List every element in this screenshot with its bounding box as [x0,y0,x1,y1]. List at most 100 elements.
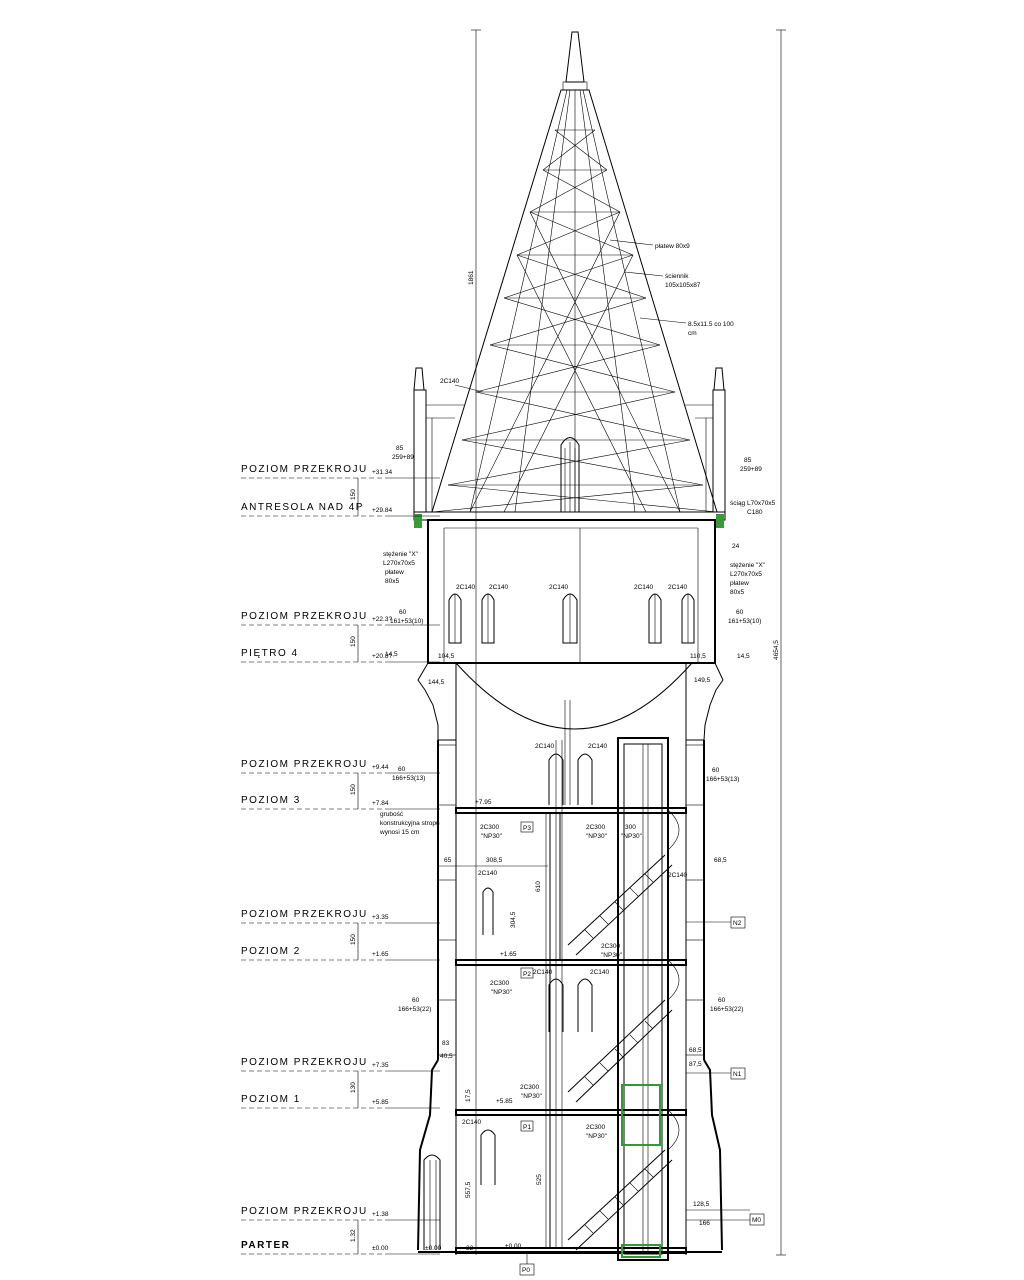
spire-height-dim: 1861 [468,270,475,285]
level-elevation: +5.85 [372,1099,389,1106]
dim-308-5: 308,5 [486,857,503,864]
marker-p0-label: P0 [522,1267,530,1274]
level-label: POZIOM 3 [241,795,301,806]
thickness-note-2: konstrukcyjna stropu [380,820,440,827]
level-label: POZIOM 2 [241,946,301,957]
level-label: ANTRESOLA NAD 4P [241,502,364,513]
dim-104-5: 104,5 [438,653,455,660]
ground-elev: ±0.00 [505,1243,522,1250]
total-height-dim: 4654,5 [773,640,780,660]
level-label: PIĘTRO 4 [241,648,299,659]
dim-68-5: 68,5 [714,857,727,864]
tower-shaft [417,662,724,1255]
dim-144-5: 144,5 [428,679,445,686]
floor1-elev: +5.85 [496,1098,513,1105]
level-label: POZIOM PRZEKROJU [241,909,368,920]
top-channel-4: 2C140 [634,584,654,591]
level-label: POZIOM PRZEKROJU [241,1206,368,1217]
c300f-1: 2C300 [520,1084,540,1091]
top-channel-5: 2C140 [668,584,688,591]
spire-note-3b: cm [688,330,697,337]
w2-right-formula: 166+53(22) [710,1006,743,1013]
w3-left-formula: 166+53(13) [392,775,425,782]
marker-n2-label: N2 [733,920,742,927]
level-elevation: +20.8? [372,653,392,660]
c300a-1: 2C300 [480,824,500,831]
level-elevation: +7.84 [372,800,389,807]
window-left-formula: 161+53(10) [390,618,423,625]
dim-149-5: 149,5 [694,677,711,684]
c300g-1: 2C300 [586,1124,606,1131]
brace-left-4: 80x5 [385,578,399,585]
brace-left-2: L270x70x5 [383,560,415,567]
dim-525: 525 [536,1174,543,1185]
span-dim: 150 [350,489,357,500]
dim-110-5: 110,5 [690,653,706,660]
window-left-60: 60 [399,609,407,616]
c140a: 2C140 [478,870,498,877]
brace-left-1: stężenie "X" [383,551,419,558]
marker-p1-label: P1 [523,1124,531,1131]
level-elevation: +31.34 [372,469,392,476]
c300c-2: "NP30" [621,833,643,840]
c300g-2: "NP30" [586,1133,608,1140]
c300d-2: "NP30" [491,989,513,996]
c140d: 2C140 [590,969,610,976]
marker-m0-label: M0 [752,1217,761,1224]
marker-p3-label: P3 [523,825,531,832]
thickness-note-3: wynosi 15 cm [379,829,419,836]
c140c: 2C140 [533,969,553,976]
spire-note-left: 2C140 [440,378,460,385]
top-channel-2: 2C140 [489,584,509,591]
dim-24: 24 [732,543,740,550]
c300d-1: 2C300 [490,980,510,987]
dim-87-5: 87,5 [689,1061,702,1068]
c300b-2: "NP30" [586,833,608,840]
eave-left-a: 85 [396,445,404,452]
c140e: 2C140 [462,1119,482,1126]
marker-n1-label: N1 [733,1071,742,1078]
level-labels: POZIOM PRZEKROJU +31.34 ANTRESOLA NAD 4P… [241,464,440,1255]
window-right-formula: 161+53(10) [728,618,761,625]
c300e-2: "NP30" [601,952,623,959]
eave-left-b: 259+89 [392,454,414,461]
eave-right-b: 259+89 [740,466,762,473]
tower-section-drawing: 1861 4654,5 płatew 80x9 ściennik 105x105… [241,29,786,1276]
top-channel-3: 2C140 [549,584,569,591]
c300e-1: 2C300 [601,943,621,950]
w2-right-60: 60 [718,997,726,1004]
dim-304-5: 304,5 [510,911,517,928]
level-label: POZIOM 1 [241,1094,301,1105]
level-label: POZIOM PRZEKROJU [241,611,368,622]
floor3-elev: +7.95 [475,799,492,806]
span-dim: 150 [350,636,357,647]
angle-right-a: ściąg L70x70x5 [730,500,776,507]
spire-note-3a: 8.5x11.5 co 100 [688,321,734,328]
dim-68-5b: 68,5 [689,1047,702,1054]
spire-note-2a: ściennik [665,273,689,280]
level-elevation: +7.35 [372,1062,389,1069]
mid-channel-2: 2C140 [588,743,608,750]
brace-right-2: L270x70x5 [730,571,762,578]
dim-557-5: 557,5 [465,1181,472,1198]
level-label: POZIOM PRZEKROJU [241,1057,368,1068]
dim-83: 83 [442,1040,450,1047]
dim-40-5: 40,5 [440,1053,453,1060]
brace-right-3: płatew [730,580,749,587]
brace-right-1: stężenie "X" [730,562,766,569]
c300c-1: 300 [625,824,636,831]
w3-right-formula: 166+53(13) [706,776,739,783]
mid-channel-1: 2C140 [535,743,555,750]
eave-right-a: 85 [744,457,752,464]
angle-right-b: C180 [747,509,763,516]
level-elevation: +9.44 [372,764,389,771]
floor2-elev: +1.65 [500,951,517,958]
level-elevation: +22.3? [372,616,392,623]
span-dim: 150 [350,784,357,795]
dim-17-5: 17,5 [465,1089,472,1102]
thickness-note-1: grubość [380,811,404,818]
dim-128-5: 128,5 [693,1201,710,1208]
level-label: POZIOM PRZEKROJU [241,759,368,770]
span-dim: 130 [350,1082,357,1093]
brace-right-4: 80x5 [730,589,744,596]
